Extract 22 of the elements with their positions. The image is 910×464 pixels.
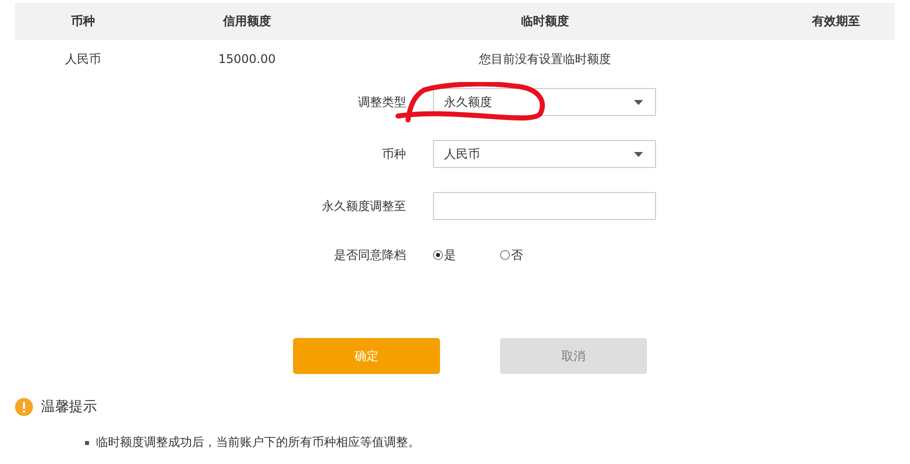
tips-title: 温馨提示 — [41, 398, 97, 416]
warning-icon — [15, 398, 33, 416]
select-field[interactable]: 永久额度 — [433, 88, 656, 116]
select-field[interactable]: 人民币 — [433, 140, 656, 168]
input-field[interactable] — [433, 192, 656, 220]
column-header: 币种 — [70, 13, 96, 30]
bullet-icon — [85, 440, 89, 444]
column-header: 临时额度 — [520, 13, 570, 30]
field-label: 调整类型 — [358, 94, 406, 110]
column-header: 有效期至 — [810, 13, 861, 30]
table-cell: 人民币 — [65, 50, 101, 68]
radio-option[interactable]: 否 — [500, 246, 523, 264]
table-cell: 您目前没有设置临时额度 — [479, 50, 611, 68]
field-label: 永久额度调整至 — [322, 198, 406, 214]
field-label: 是否同意降档 — [334, 246, 406, 264]
field-label: 币种 — [382, 146, 406, 162]
caret-icon — [634, 100, 643, 104]
tip-text: 临时额度调整成功后，当前账户下的所有币种相应等值调整。 — [96, 434, 420, 451]
caret-icon — [634, 152, 643, 156]
radio-option[interactable]: 是 — [433, 246, 456, 264]
table-cell: 15000.00 — [218, 52, 276, 66]
column-header: 信用额度 — [222, 13, 272, 30]
